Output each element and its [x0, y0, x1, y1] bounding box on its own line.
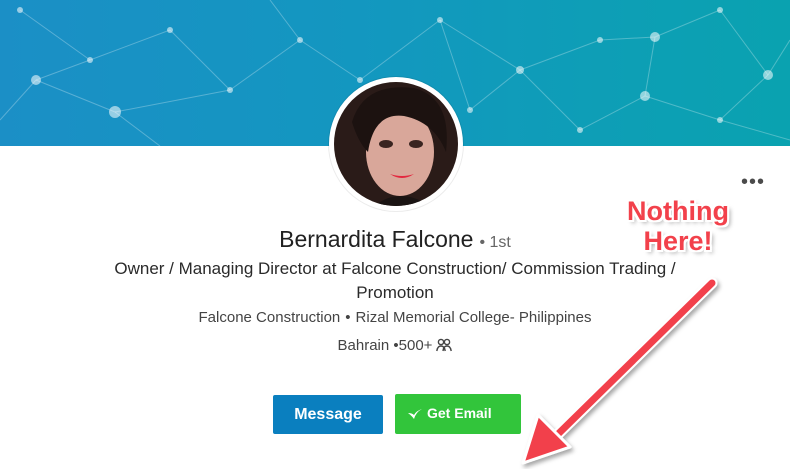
message-button[interactable]: Message — [273, 395, 383, 434]
current-company[interactable]: Falcone Construction — [199, 309, 341, 326]
avatar — [334, 82, 458, 206]
separator-dot: • — [345, 309, 351, 326]
people-icon — [436, 338, 453, 356]
profile-name: Bernardita Falcone — [279, 226, 474, 252]
profile-location-row: Bahrain •500+ — [0, 337, 790, 356]
profile-location: Bahrain — [337, 337, 390, 354]
education-school[interactable]: Rizal Memorial College- Philippines — [356, 309, 592, 326]
get-email-label: Get Email — [427, 405, 492, 422]
annotation-line-1: Nothing — [627, 196, 729, 226]
profile-experience-education: Falcone Construction • Rizal Memorial Coll… — [0, 309, 790, 326]
connection-degree: • 1st — [479, 234, 511, 251]
connections-count[interactable]: •500+ — [393, 337, 432, 354]
more-options-button[interactable]: ••• — [741, 172, 765, 192]
get-email-button[interactable]: Get Email — [395, 394, 521, 434]
profile-headline: Owner / Managing Director at Falcone Con… — [114, 259, 676, 302]
bird-icon — [407, 407, 423, 423]
annotation-callout: Nothing Here! — [618, 196, 738, 256]
profile-photo[interactable] — [329, 77, 463, 211]
annotation-line-2: Here! — [643, 226, 713, 256]
